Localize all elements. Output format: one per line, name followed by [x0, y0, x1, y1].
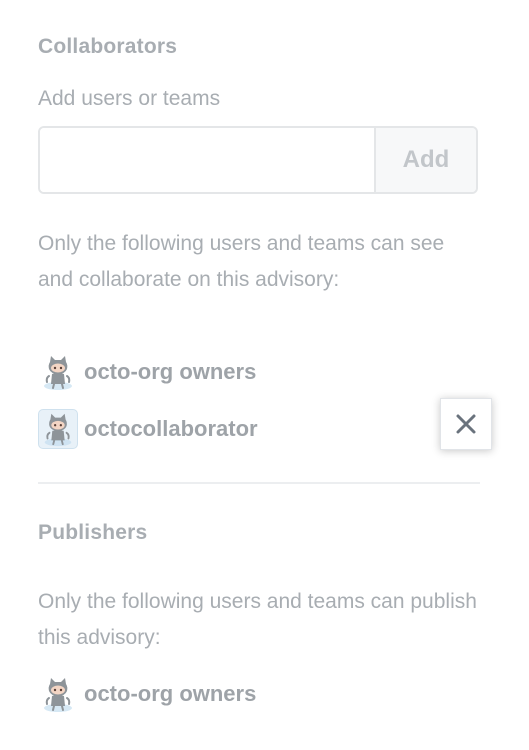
collaborators-heading: Collaborators	[38, 35, 178, 58]
remove-collaborator-button[interactable]	[440, 398, 492, 450]
collaborator-row: octocollaborator	[38, 409, 258, 449]
publishers-description: Only the following users and teams can p…	[38, 590, 477, 649]
octocat-avatar	[38, 409, 78, 449]
publisher-row: octo-org owners	[38, 674, 256, 714]
collaborator-row: octo-org owners	[38, 352, 256, 392]
add-users-label: Add users or teams	[38, 87, 221, 110]
add-collaborator-form: Add	[38, 126, 478, 194]
add-button[interactable]: Add	[374, 128, 476, 192]
octocat-avatar	[38, 674, 78, 714]
octocat-avatar	[38, 352, 78, 392]
collaborators-description: Only the following users and teams can s…	[38, 232, 445, 291]
collaborator-name: octo-org owners	[84, 359, 257, 384]
close-icon	[456, 414, 476, 434]
publishers-heading: Publishers	[38, 521, 148, 544]
add-collaborator-input[interactable]	[40, 128, 374, 192]
section-divider	[38, 482, 480, 484]
collaborator-name: octocollaborator	[84, 416, 258, 441]
publisher-name: octo-org owners	[84, 681, 257, 706]
